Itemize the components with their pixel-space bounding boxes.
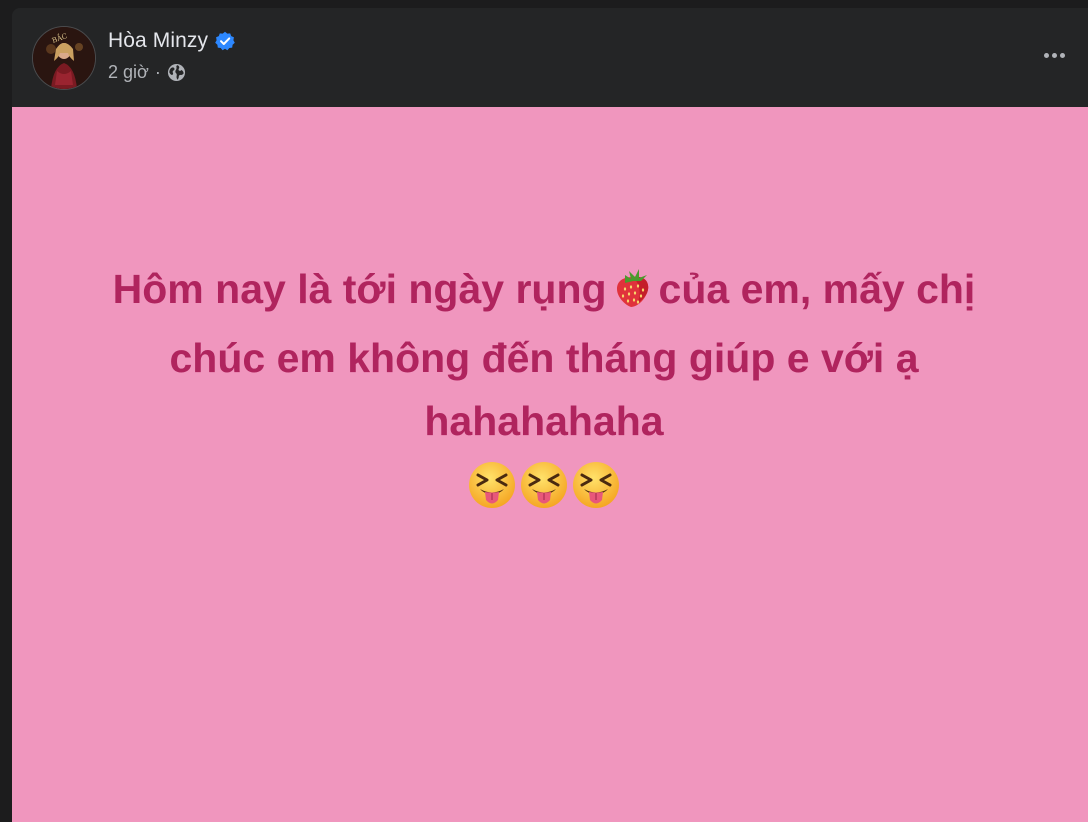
post-text-line-1: Hôm nay là tới ngày rụng của em, mấy chị xyxy=(0,258,1088,327)
more-options-button[interactable] xyxy=(1034,38,1074,72)
squinting-face-with-tongue-icon xyxy=(467,460,517,515)
post-header: BẮC Hòa Minzy 2 giờ · xyxy=(12,8,1088,107)
squinting-face-with-tongue-icon xyxy=(571,460,621,515)
emoji-row xyxy=(0,460,1088,515)
post-text-line-2: chúc em không đến tháng giúp e với ạ xyxy=(169,335,919,381)
more-horizontal-icon-dot xyxy=(1059,52,1065,58)
meta-separator: · xyxy=(154,61,161,82)
more-horizontal-icon-dot xyxy=(1051,52,1057,58)
verified-badge-icon xyxy=(215,31,235,51)
strawberry-icon xyxy=(611,264,655,327)
squinting-face-with-tongue-icon xyxy=(519,460,569,515)
post-text-line-3: hahahahaha xyxy=(424,398,664,444)
post-time[interactable]: 2 giờ xyxy=(108,62,149,83)
author-row: Hòa Minzy xyxy=(108,28,235,54)
post-text: Hôm nay là tới ngày rụng của em, mấy chị… xyxy=(0,258,1088,453)
avatar-image: BẮC xyxy=(33,27,95,89)
post-text-line-1-end: của em, mấy chị xyxy=(658,266,976,312)
post-meta: 2 giờ · xyxy=(108,61,186,83)
post-text-line-1-start: Hôm nay là tới ngày rụng xyxy=(112,266,607,312)
avatar[interactable]: BẮC xyxy=(32,26,96,90)
author-name[interactable]: Hòa Minzy xyxy=(108,29,208,53)
more-horizontal-icon-dot xyxy=(1043,52,1049,58)
globe-icon[interactable] xyxy=(167,63,186,82)
